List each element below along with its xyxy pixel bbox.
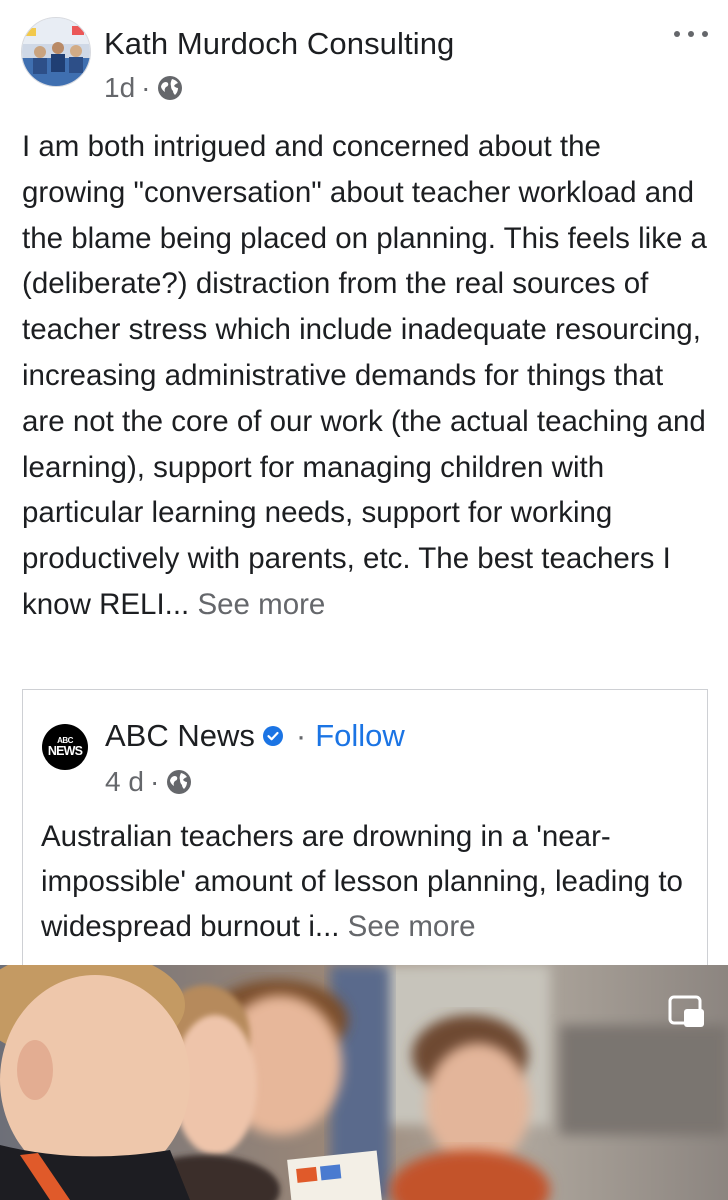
abc-logo-text: NEWS (47, 743, 83, 758)
shared-post-card[interactable]: ABC NEWS ABC News · Follow 4 d · Austral… (22, 689, 708, 969)
post-body: I am both intrigued and concerned about … (22, 124, 712, 628)
follow-button[interactable]: Follow (315, 718, 405, 754)
shared-post-body: Australian teachers are drowning in a 'n… (41, 814, 701, 949)
verified-badge-icon (262, 726, 283, 746)
dot-icon (702, 31, 708, 37)
follow-separator: · (295, 718, 307, 753)
meta-separator: · (141, 72, 151, 103)
dot-icon (674, 31, 680, 37)
globe-icon (158, 76, 183, 100)
see-more-link[interactable]: See more (197, 588, 325, 621)
shared-page-name[interactable]: ABC News (105, 718, 255, 754)
post-header: Kath Murdoch Consulting 1d · (0, 0, 728, 115)
globe-icon (167, 770, 192, 794)
video-preview[interactable] (0, 965, 728, 1200)
dot-icon (688, 31, 694, 37)
post-body-text: I am both intrigued and concerned about … (22, 130, 707, 621)
picture-in-picture-icon[interactable] (668, 995, 706, 1029)
author-avatar[interactable] (21, 17, 91, 87)
post-meta: 1d · (104, 72, 184, 104)
author-name[interactable]: Kath Murdoch Consulting (104, 26, 454, 62)
shared-page-header: ABC News · Follow (105, 718, 405, 754)
post-time[interactable]: 1d (104, 72, 135, 104)
see-more-link[interactable]: See more (348, 910, 476, 943)
more-options-button[interactable] (674, 28, 708, 40)
meta-separator: · (149, 766, 160, 797)
abc-news-avatar[interactable]: ABC NEWS (42, 724, 88, 770)
shared-post-time[interactable]: 4 d (105, 766, 144, 798)
shared-post-meta: 4 d · (105, 766, 193, 798)
classroom-photo (0, 965, 728, 1200)
